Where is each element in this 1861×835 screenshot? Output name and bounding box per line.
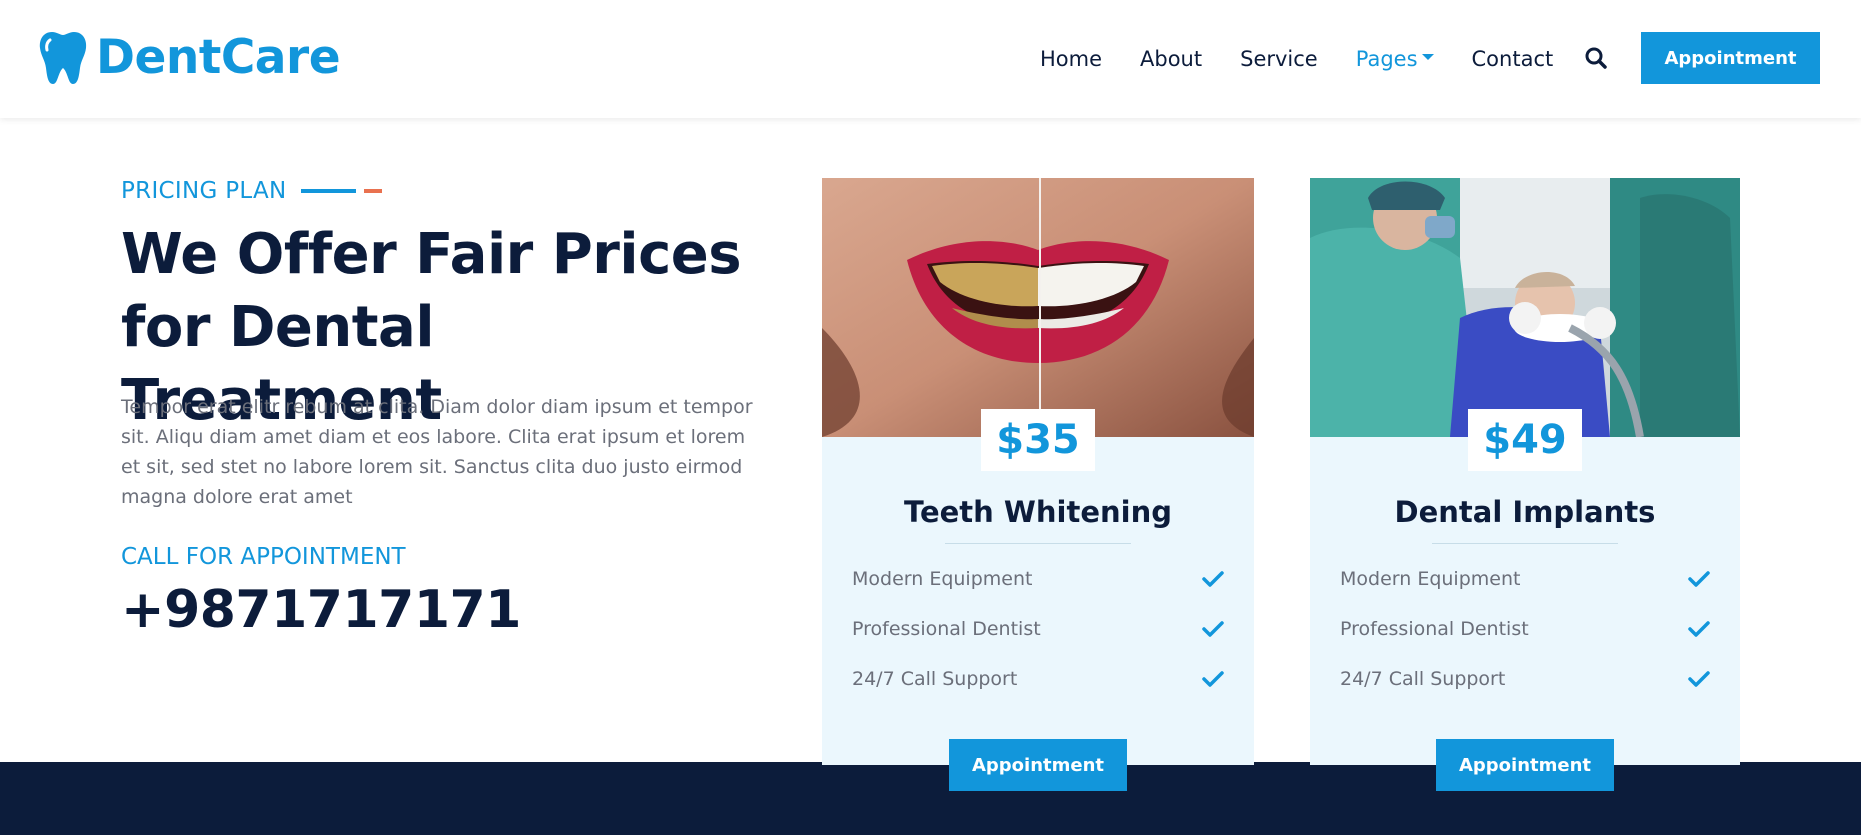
card-image-smile	[822, 178, 1254, 437]
nav-link-contact[interactable]: Contact	[1472, 47, 1554, 71]
eyebrow-divider-accent	[363, 189, 382, 193]
call-label: CALL FOR APPOINTMENT	[121, 544, 406, 570]
feature-label: Modern Equipment	[852, 568, 1033, 590]
feature-item: Modern Equipment	[1340, 564, 1710, 594]
phone-number[interactable]: +9871717171	[121, 580, 521, 640]
eyebrow-label: PRICING PLAN	[121, 178, 287, 204]
headline-line-1: We Offer Fair Prices	[121, 222, 742, 287]
caret-down-icon	[1421, 54, 1434, 60]
check-icon	[1202, 571, 1224, 587]
feature-item: Professional Dentist	[852, 614, 1224, 644]
feature-item: Modern Equipment	[852, 564, 1224, 594]
card-image-dentists	[1310, 178, 1740, 437]
dentists-illustration	[1310, 178, 1740, 437]
check-icon	[1688, 671, 1710, 687]
nav-link-pages-label: Pages	[1355, 47, 1418, 71]
card-divider	[945, 543, 1131, 544]
check-icon	[1202, 671, 1224, 687]
eyebrow-divider-primary	[300, 189, 356, 193]
check-icon	[1688, 571, 1710, 587]
search-icon[interactable]	[1584, 46, 1608, 70]
feature-label: 24/7 Call Support	[852, 668, 1018, 690]
nav-link-home[interactable]: Home	[1040, 47, 1102, 71]
feature-label: Modern Equipment	[1340, 568, 1521, 590]
pricing-card-teeth-whitening: $35 Teeth Whitening Modern Equipment Pro…	[822, 178, 1254, 791]
check-icon	[1688, 621, 1710, 637]
price-tag: $49	[1468, 409, 1582, 471]
navbar: DentCare Home About Service Pages Contac…	[0, 0, 1861, 118]
card-appointment-button[interactable]: Appointment	[1436, 739, 1614, 791]
appointment-button[interactable]: Appointment	[1641, 32, 1820, 84]
feature-item: 24/7 Call Support	[852, 664, 1224, 694]
card-title: Dental Implants	[1394, 495, 1656, 529]
feature-label: Professional Dentist	[852, 618, 1041, 640]
card-appointment-button[interactable]: Appointment	[949, 739, 1127, 791]
tooth-icon	[39, 32, 87, 84]
pricing-card-dental-implants: $49 Dental Implants Modern Equipment Pro…	[1310, 178, 1740, 791]
intro-paragraph: Tempor erat elitr rebum at clita. Diam d…	[121, 396, 753, 508]
card-title: Teeth Whitening	[904, 495, 1172, 529]
feature-label: Professional Dentist	[1340, 618, 1529, 640]
feature-label: 24/7 Call Support	[1340, 668, 1506, 690]
feature-item: 24/7 Call Support	[1340, 664, 1710, 694]
price-tag: $35	[981, 409, 1095, 471]
nav-link-service[interactable]: Service	[1240, 47, 1318, 71]
smile-illustration	[822, 178, 1254, 437]
nav-link-pages[interactable]: Pages	[1356, 47, 1434, 71]
nav-link-about[interactable]: About	[1140, 47, 1202, 71]
brand-name: DentCare	[96, 30, 341, 85]
brand-logo[interactable]: DentCare	[38, 28, 341, 88]
card-divider	[1432, 543, 1618, 544]
feature-item: Professional Dentist	[1340, 614, 1710, 644]
nav-menu: Home About Service Pages Contact	[1040, 0, 1591, 118]
section-eyebrow: PRICING PLAN	[121, 178, 382, 204]
check-icon	[1202, 621, 1224, 637]
